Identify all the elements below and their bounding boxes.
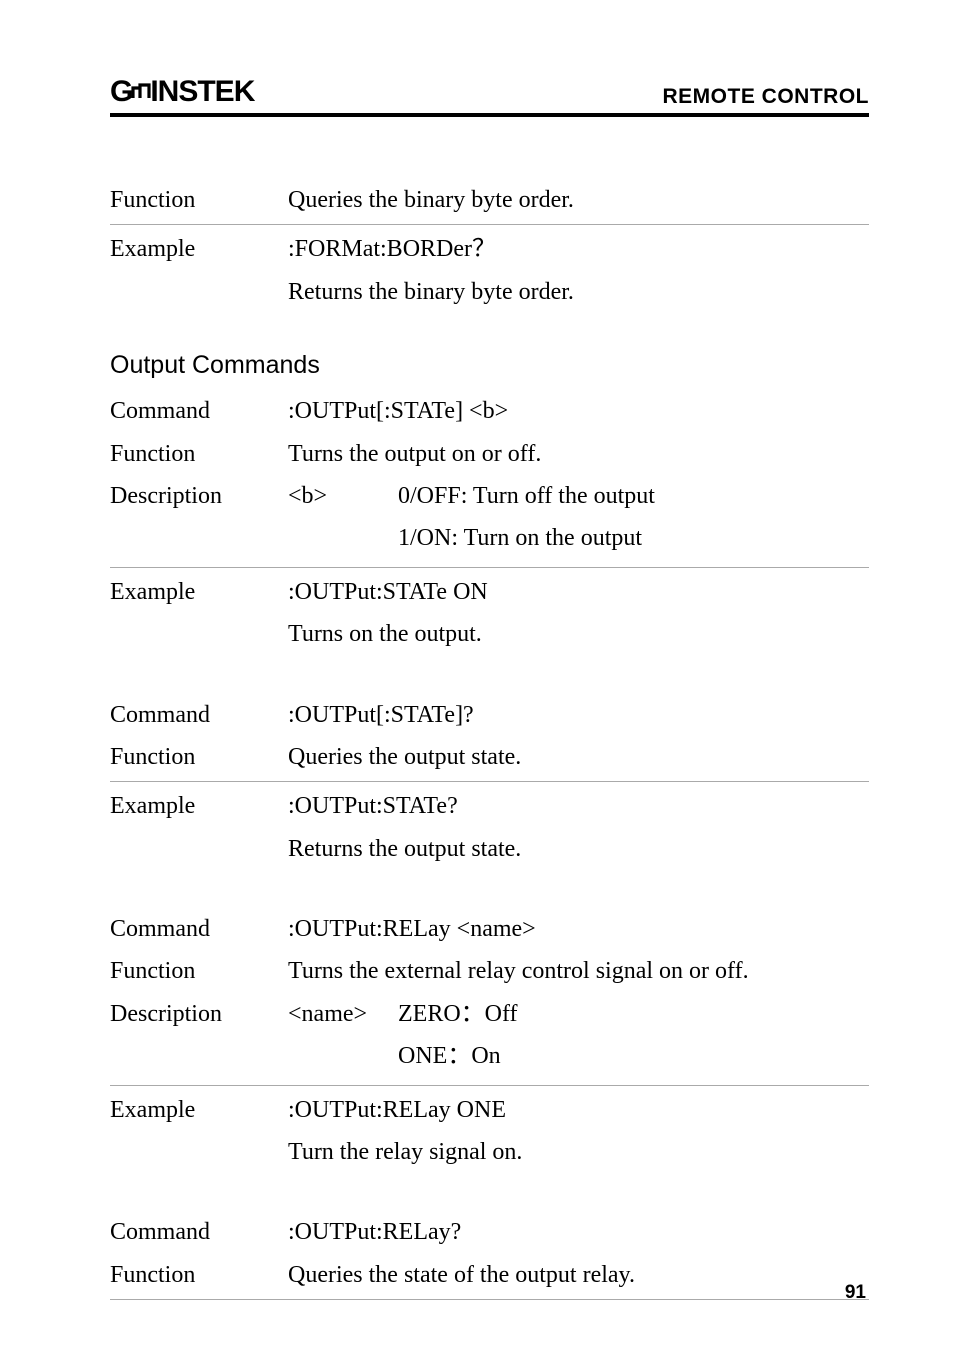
divider	[110, 567, 869, 568]
row-description: Description <name> ZERO：Off ONE：On	[110, 993, 869, 1082]
row-example: Example :FORMat:BORDer？ Returns the bina…	[110, 228, 869, 317]
param-option: ZERO：Off	[398, 995, 869, 1033]
value-function: Queries the binary byte order.	[288, 181, 869, 219]
value-example: :OUTPut:STATe ON Turns on the output.	[288, 573, 869, 658]
example-desc: Turns on the output.	[288, 615, 869, 653]
row-function: Function Queries the state of the output…	[110, 1254, 869, 1296]
param-name: <name>	[288, 995, 398, 1080]
divider	[110, 1299, 869, 1300]
row-example: Example :OUTPut:RELay ONE Turn the relay…	[110, 1089, 869, 1178]
label-command: Command	[110, 910, 288, 948]
row-command: Command :OUTPut:RELay <name>	[110, 908, 869, 950]
label-example: Example	[110, 230, 288, 315]
label-example: Example	[110, 573, 288, 658]
link-icon	[131, 82, 151, 102]
value-function: Queries the state of the output relay.	[288, 1256, 869, 1294]
value-example: :FORMat:BORDer？ Returns the binary byte …	[288, 230, 869, 315]
example-code: :FORMat:BORDer？	[288, 230, 869, 268]
row-function: Function Turns the output on or off.	[110, 433, 869, 475]
label-function: Function	[110, 738, 288, 776]
label-command: Command	[110, 1213, 288, 1251]
label-command: Command	[110, 696, 288, 734]
value-function: Turns the external relay control signal …	[288, 952, 869, 990]
value-command: :OUTPut[:STATe]?	[288, 696, 869, 734]
label-example: Example	[110, 787, 288, 872]
logo-text-post: INSTEK	[150, 75, 254, 109]
label-example: Example	[110, 1091, 288, 1176]
divider	[110, 1085, 869, 1086]
example-code: :OUTPut:RELay ONE	[288, 1091, 869, 1129]
label-function: Function	[110, 435, 288, 473]
row-example: Example :OUTPut:STATe ON Turns on the ou…	[110, 571, 869, 660]
example-desc: Returns the output state.	[288, 830, 869, 868]
param-desc: 0/OFF: Turn off the output 1/ON: Turn on…	[398, 477, 869, 562]
value-function: Queries the output state.	[288, 738, 869, 776]
value-description: <b> 0/OFF: Turn off the output 1/ON: Tur…	[288, 477, 869, 562]
value-example: :OUTPut:STATe? Returns the output state.	[288, 787, 869, 872]
label-function: Function	[110, 1256, 288, 1294]
row-function: Function Queries the output state.	[110, 736, 869, 778]
row-command: Command :OUTPut:RELay?	[110, 1211, 869, 1253]
row-function: Function Turns the external relay contro…	[110, 950, 869, 992]
label-command: Command	[110, 392, 288, 430]
param-name: <b>	[288, 477, 398, 562]
label-function: Function	[110, 952, 288, 990]
example-code: :OUTPut:STATe?	[288, 787, 869, 825]
param-desc: ZERO：Off ONE：On	[398, 995, 869, 1080]
value-command: :OUTPut[:STATe] <b>	[288, 392, 869, 430]
value-command: :OUTPut:RELay <name>	[288, 910, 869, 948]
label-description: Description	[110, 477, 288, 562]
row-command: Command :OUTPut[:STATe]?	[110, 694, 869, 736]
row-description: Description <b> 0/OFF: Turn off the outp…	[110, 475, 869, 564]
value-description: <name> ZERO：Off ONE：On	[288, 995, 869, 1080]
param-option: 0/OFF: Turn off the output	[398, 477, 869, 515]
logo-text-pre: G	[110, 75, 132, 109]
row-example: Example :OUTPut:STATe? Returns the outpu…	[110, 785, 869, 874]
label-description: Description	[110, 995, 288, 1080]
param-option: 1/ON: Turn on the output	[398, 519, 869, 557]
row-function: Function Queries the binary byte order.	[110, 179, 869, 221]
param-option: ONE：On	[398, 1037, 869, 1075]
value-example: :OUTPut:RELay ONE Turn the relay signal …	[288, 1091, 869, 1176]
page-number: 91	[845, 1282, 866, 1304]
label-function: Function	[110, 181, 288, 219]
row-command: Command :OUTPut[:STATe] <b>	[110, 390, 869, 432]
page-header: G INSTEK REMOTE CONTROL	[110, 75, 869, 117]
brand-logo: G INSTEK	[110, 75, 254, 109]
divider	[110, 781, 869, 782]
value-function: Turns the output on or off.	[288, 435, 869, 473]
section-heading: Output Commands	[110, 351, 869, 380]
example-desc: Returns the binary byte order.	[288, 273, 869, 311]
doc-title: REMOTE CONTROL	[663, 85, 870, 109]
divider	[110, 224, 869, 225]
value-command: :OUTPut:RELay?	[288, 1213, 869, 1251]
example-desc: Turn the relay signal on.	[288, 1133, 869, 1171]
example-code: :OUTPut:STATe ON	[288, 573, 869, 611]
